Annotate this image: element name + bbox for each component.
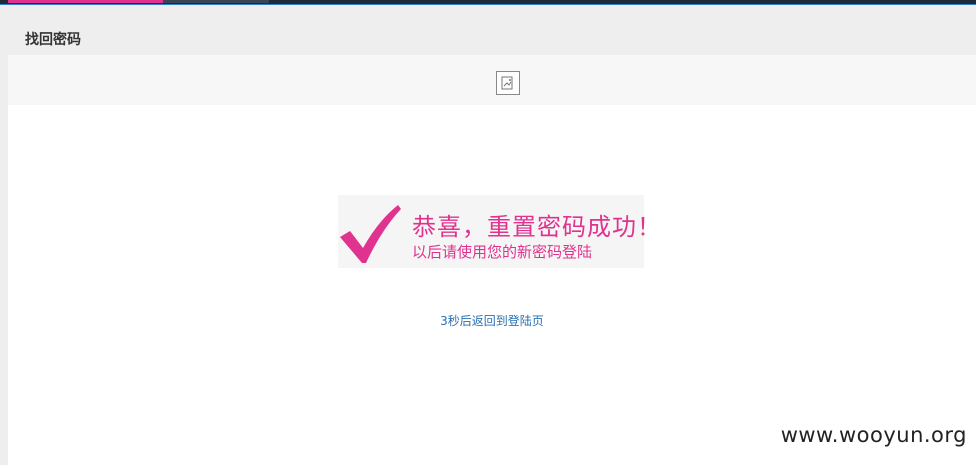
watermark: www.wooyun.org: [780, 423, 967, 447]
page-title: 找回密码: [25, 32, 81, 48]
success-subtitle: 以后请使用您的新密码登陆: [412, 243, 593, 261]
logo-strip: [8, 55, 976, 105]
active-tab-indicator[interactable]: [8, 0, 163, 3]
broken-image-icon: [496, 71, 520, 95]
inactive-tab-indicator[interactable]: [163, 0, 269, 3]
success-title: 恭喜，重置密码成功！: [412, 213, 662, 241]
content-panel: 恭喜，重置密码成功！ 以后请使用您的新密码登陆 3秒后返回到登陆页: [8, 55, 976, 465]
top-nav-bar: [0, 0, 976, 5]
checkmark-icon: [340, 205, 401, 263]
success-banner: 恭喜，重置密码成功！ 以后请使用您的新密码登陆: [338, 195, 661, 268]
redirect-link[interactable]: 3秒后返回到登陆页: [8, 312, 976, 329]
